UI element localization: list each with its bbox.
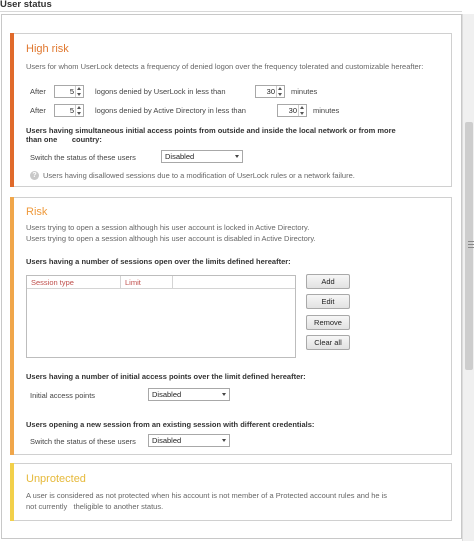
arrow-down-icon[interactable]: [300, 112, 304, 115]
risk-stripe: [10, 197, 14, 455]
credentials-switch-select[interactable]: Disabled: [148, 434, 230, 447]
unprotected-panel: Unprotected A user is considered as not …: [10, 463, 452, 521]
stepper-arrows[interactable]: [75, 105, 83, 116]
column-separator: [172, 276, 173, 289]
stepper-arrows[interactable]: [276, 86, 284, 97]
column-limit[interactable]: Limit: [125, 278, 141, 287]
edit-button[interactable]: Edit: [306, 294, 350, 309]
grip-line: [468, 247, 474, 248]
stepper-arrows[interactable]: [75, 86, 83, 97]
arrow-down-icon[interactable]: [77, 112, 81, 115]
ad-denied-label: logons denied by Active Directory in les…: [95, 106, 246, 115]
stepper-value: 5: [69, 87, 74, 96]
ad-denied-count-stepper[interactable]: 5: [54, 104, 84, 117]
clear-all-button[interactable]: Clear all: [306, 335, 350, 350]
arrow-up-icon[interactable]: [300, 106, 304, 109]
simultaneous-heading-line2: than one country:: [26, 135, 102, 144]
high-risk-stripe: [10, 33, 14, 187]
page-title: User status: [0, 0, 52, 10]
remove-button[interactable]: Remove: [306, 315, 350, 330]
minutes-label-2: minutes: [313, 106, 340, 115]
ad-minutes-stepper[interactable]: 30: [277, 104, 307, 117]
session-limits-table[interactable]: Session type Limit: [26, 275, 296, 358]
sessions-limit-heading: Users having a number of sessions open o…: [26, 257, 291, 266]
unprotected-text-line2: not currently theligible to another stat…: [26, 502, 164, 511]
select-value: Disabled: [152, 390, 182, 399]
high-risk-title: High risk: [26, 43, 69, 55]
arrow-down-icon[interactable]: [77, 93, 81, 96]
disabled-account-text: Users trying to open a session although …: [26, 234, 316, 243]
unprotected-title: Unprotected: [26, 473, 86, 485]
credentials-heading: Users opening a new session from an exis…: [26, 420, 315, 429]
select-value: Disabled: [165, 152, 195, 161]
after-label-1: After: [30, 87, 46, 96]
select-value: Disabled: [152, 436, 182, 445]
after-label-2: After: [30, 106, 46, 115]
column-session-type[interactable]: Session type: [31, 278, 74, 287]
locked-account-text: Users trying to open a session although …: [26, 223, 310, 232]
chevron-down-icon: [222, 439, 226, 442]
arrow-up-icon[interactable]: [278, 87, 282, 90]
access-points-select[interactable]: Disabled: [148, 388, 230, 401]
title-divider: [0, 11, 462, 12]
high-risk-panel: High risk Users for whom UserLock detect…: [10, 33, 452, 187]
grip-line: [468, 244, 474, 245]
userlock-denied-label: logons denied by UserLock in less than: [95, 87, 226, 96]
access-points-heading: Users having a number of initial access …: [26, 372, 306, 381]
arrow-down-icon[interactable]: [278, 93, 282, 96]
chevron-down-icon: [235, 155, 239, 158]
disallowed-sessions-text: Users having disallowed sessions due to …: [43, 171, 355, 180]
info-icon: ?: [30, 171, 39, 180]
switch-status-select[interactable]: Disabled: [161, 150, 243, 163]
arrow-up-icon[interactable]: [77, 106, 81, 109]
minutes-label-1: minutes: [291, 87, 318, 96]
column-separator: [120, 276, 121, 289]
unprotected-stripe: [10, 463, 14, 521]
arrow-up-icon[interactable]: [77, 87, 81, 90]
table-header: Session type Limit: [27, 276, 295, 289]
high-risk-description: Users for whom UserLock detects a freque…: [26, 62, 424, 71]
credentials-switch-label: Switch the status of these users: [30, 437, 136, 446]
grip-line: [468, 241, 474, 242]
stepper-value: 30: [288, 106, 297, 115]
add-button[interactable]: Add: [306, 274, 350, 289]
stepper-value: 5: [69, 106, 74, 115]
stepper-arrows[interactable]: [298, 105, 306, 116]
chevron-down-icon: [222, 393, 226, 396]
switch-status-label: Switch the status of these users: [30, 153, 136, 162]
scrollbar-thumb[interactable]: [465, 122, 474, 370]
unprotected-text-line1: A user is considered as not protected wh…: [26, 491, 388, 500]
access-points-label: Initial access points: [30, 391, 96, 400]
vertical-scrollbar[interactable]: [462, 14, 474, 541]
userlock-denied-count-stepper[interactable]: 5: [54, 85, 84, 98]
stepper-value: 30: [266, 87, 275, 96]
simultaneous-heading-line1: Users having simultaneous initial access…: [26, 126, 396, 135]
risk-title: Risk: [26, 206, 48, 218]
userlock-minutes-stepper[interactable]: 30: [255, 85, 285, 98]
risk-panel: Risk Users trying to open a session alth…: [10, 197, 452, 455]
